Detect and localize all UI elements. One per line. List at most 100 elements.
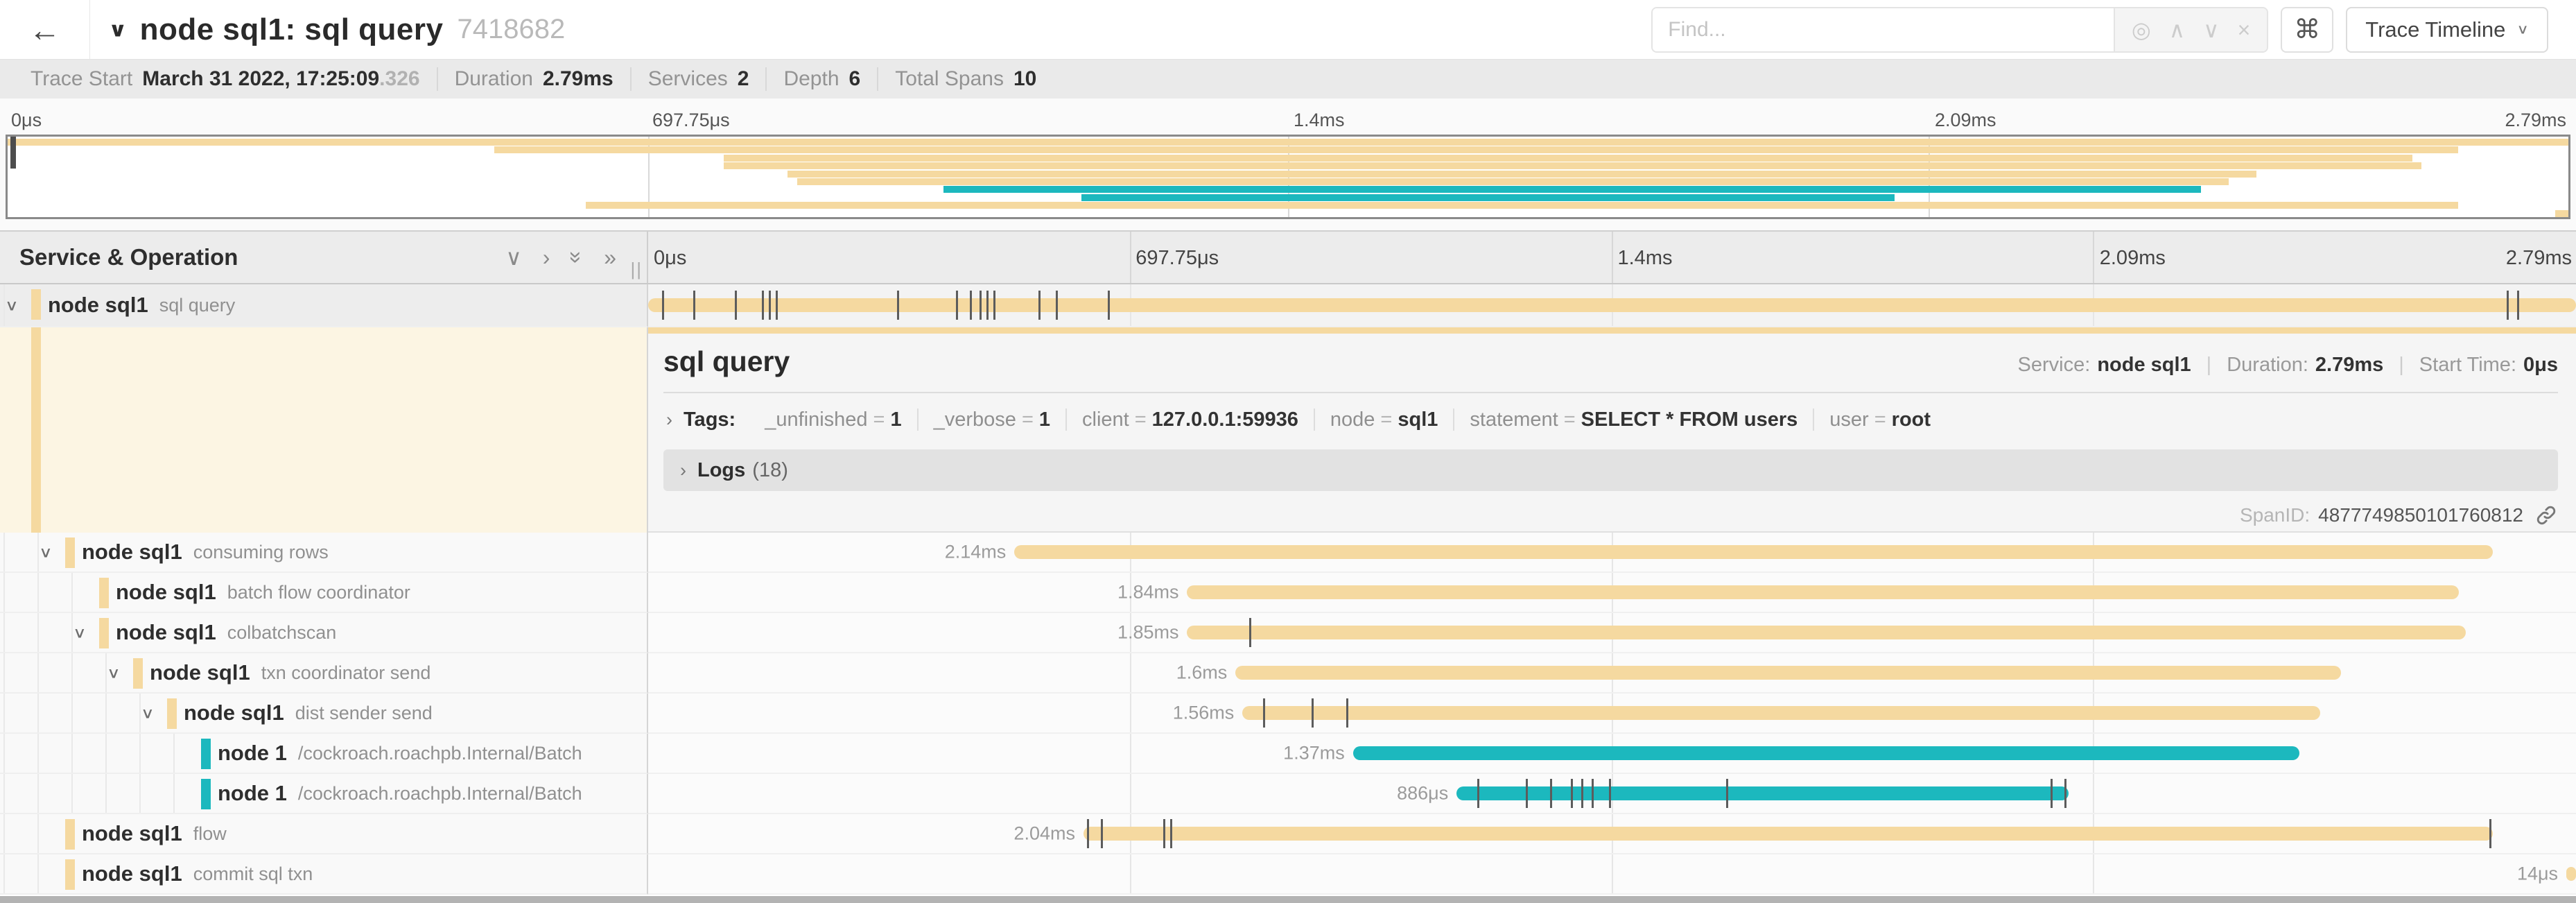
span-color-bar — [65, 819, 75, 850]
log-marker-tick — [1163, 819, 1165, 848]
span-tree-cell[interactable]: node 1/cockroach.roachpb.Internal/Batch — [0, 774, 648, 814]
bottom-scrollbar[interactable] — [0, 896, 2576, 903]
span-bar[interactable] — [1353, 746, 2300, 760]
span-bar[interactable] — [1187, 626, 2465, 639]
log-marker-tick — [762, 291, 764, 320]
service-name: node sql1 — [48, 293, 148, 318]
chevron-down-icon: ∨ — [2516, 22, 2529, 37]
tag-equals: = — [1564, 409, 1576, 431]
chevron-right-icon: › — [666, 409, 672, 431]
span-bar[interactable] — [1456, 786, 2069, 800]
span-bar-cell[interactable]: 1.6ms — [648, 653, 2576, 694]
span-bar[interactable] — [1014, 545, 2493, 559]
find-input[interactable] — [1653, 8, 2114, 51]
back-button[interactable]: ← — [0, 0, 90, 59]
page-title: node sql1: sql query — [140, 12, 444, 47]
chevron-down-icon[interactable]: ∨ — [107, 664, 121, 682]
spanid-label: SpanID: — [2240, 504, 2310, 526]
logs-accordion[interactable]: › Logs (18) — [663, 449, 2558, 491]
span-bar[interactable] — [1187, 585, 2458, 599]
operation-name: sql query — [159, 295, 236, 316]
span-row: node sql1 batch flow coordinator 1.84ms — [0, 573, 2576, 613]
span-color-bar — [65, 859, 75, 890]
span-detail-color-strip — [648, 327, 2576, 334]
span-bar[interactable] — [1242, 706, 2320, 720]
log-marker-tick — [662, 291, 664, 320]
span-tree-cell[interactable]: ∨node sql1txn coordinator send — [0, 653, 648, 694]
tree-indent-guide — [37, 734, 39, 773]
span-bar-cell[interactable]: 2.04ms — [648, 814, 2576, 854]
minimap-canvas[interactable] — [6, 135, 2570, 219]
span-tree-cell[interactable]: ∨node sql1colbatchscan — [0, 613, 648, 653]
tag-key: client — [1082, 409, 1129, 431]
next-result-icon[interactable]: ∨ — [2203, 19, 2219, 41]
span-bar-cell[interactable]: 1.37ms — [648, 734, 2576, 774]
service-name: node sql1 — [82, 540, 182, 565]
locate-icon[interactable]: ◎ — [2132, 19, 2151, 41]
duration-label: Duration: — [2227, 354, 2308, 377]
copy-link-icon[interactable] — [2534, 504, 2558, 527]
tags-row[interactable]: › Tags: _unfinished=1_verbose=1client=12… — [663, 393, 2558, 438]
operation-name: batch flow coordinator — [227, 582, 410, 603]
duration-value: 2.79ms — [2315, 354, 2383, 377]
clear-search-icon[interactable]: × — [2238, 19, 2251, 41]
tree-indent-guide — [37, 613, 39, 652]
service-name: node sql1 — [116, 580, 216, 605]
span-bar-cell[interactable]: 886μs — [648, 774, 2576, 814]
log-marker-tick — [1312, 698, 1314, 728]
span-tree-cell[interactable]: node sql1flow — [0, 814, 648, 854]
trace-collapse-icon[interactable]: ∨ — [108, 18, 128, 42]
span-bar-cell[interactable] — [648, 284, 2576, 327]
tree-indent-guide — [3, 694, 5, 732]
span-tree-cell[interactable]: ∨ node sql1 sql query — [0, 284, 648, 327]
span-tree-cell[interactable]: node sql1 batch flow coordinator — [0, 573, 648, 613]
minimap-drag-handle[interactable] — [10, 137, 16, 169]
tag-item: user=root — [1814, 409, 1946, 431]
prev-result-icon[interactable]: ∧ — [2169, 19, 2185, 41]
expand-one-icon[interactable]: › — [543, 246, 550, 268]
span-row: ∨node sql1dist sender send1.56ms — [0, 694, 2576, 734]
keyboard-shortcuts-button[interactable]: ⌘ — [2281, 7, 2333, 53]
span-bar-cell[interactable]: 2.14ms — [648, 533, 2576, 573]
view-selector-button[interactable]: Trace Timeline ∨ — [2346, 7, 2548, 53]
tree-indent-guide — [71, 774, 73, 813]
trace-timeline-page: ← ∨ node sql1: sql query 7418682 ◎∧∨× ⌘ … — [0, 0, 2576, 903]
chevron-down-icon[interactable]: ∨ — [39, 544, 53, 561]
tag-item: node=sql1 — [1315, 409, 1454, 431]
view-selector-label: Trace Timeline — [2365, 17, 2505, 42]
start-time-value: 0μs — [2523, 354, 2558, 377]
span-tree-cell[interactable]: node sql1commit sql txn — [0, 854, 648, 895]
chevron-down-icon[interactable]: ∨ — [141, 705, 155, 722]
span-bar[interactable] — [2566, 867, 2576, 881]
find-box: ◎ ∧ ∨ × — [1651, 7, 2268, 53]
span-bar-cell[interactable]: 1.85ms — [648, 613, 2576, 653]
service-name: node sql1 — [150, 660, 250, 685]
tag-key: user — [1829, 409, 1868, 431]
service-name: node 1 — [218, 781, 287, 806]
chevron-down-icon[interactable]: ∨ — [73, 624, 87, 642]
tree-indent-guide — [139, 774, 141, 813]
span-bar[interactable] — [1084, 827, 2493, 841]
chevron-down-icon[interactable]: ∨ — [5, 297, 19, 314]
minimap-span-bar — [586, 202, 2458, 209]
span-bar[interactable] — [648, 298, 2576, 312]
span-bar-cell[interactable]: 1.84ms — [648, 573, 2576, 613]
span-tree-cell[interactable]: node 1/cockroach.roachpb.Internal/Batch — [0, 734, 648, 774]
span-bar-cell[interactable]: 1.56ms — [648, 694, 2576, 734]
collapse-one-icon[interactable]: ∨ — [505, 246, 521, 268]
spanid-value: 4877749850101760812 — [2318, 504, 2523, 526]
info-label: Duration — [455, 67, 533, 91]
span-bar-cell[interactable]: 14μs — [648, 854, 2576, 895]
tree-indent-guide — [37, 653, 39, 692]
tree-indent-guide — [139, 734, 141, 773]
meta-separator: | — [2399, 354, 2404, 377]
span-tree-cell[interactable]: ∨node sql1consuming rows — [0, 533, 648, 573]
log-marker-tick — [776, 291, 778, 320]
expand-all-icon[interactable]: » — [604, 246, 616, 268]
span-bar[interactable] — [1235, 666, 2341, 680]
column-resizer-handle[interactable]: || — [630, 259, 643, 280]
timeline-grid-header: Service & Operation ∨›»» || 0μs697.75μs1… — [0, 232, 2576, 284]
span-tree-cell[interactable]: ∨node sql1dist sender send — [0, 694, 648, 734]
span-row: ∨node sql1consuming rows2.14ms — [0, 533, 2576, 573]
collapse-all-icon[interactable]: » — [566, 251, 588, 264]
